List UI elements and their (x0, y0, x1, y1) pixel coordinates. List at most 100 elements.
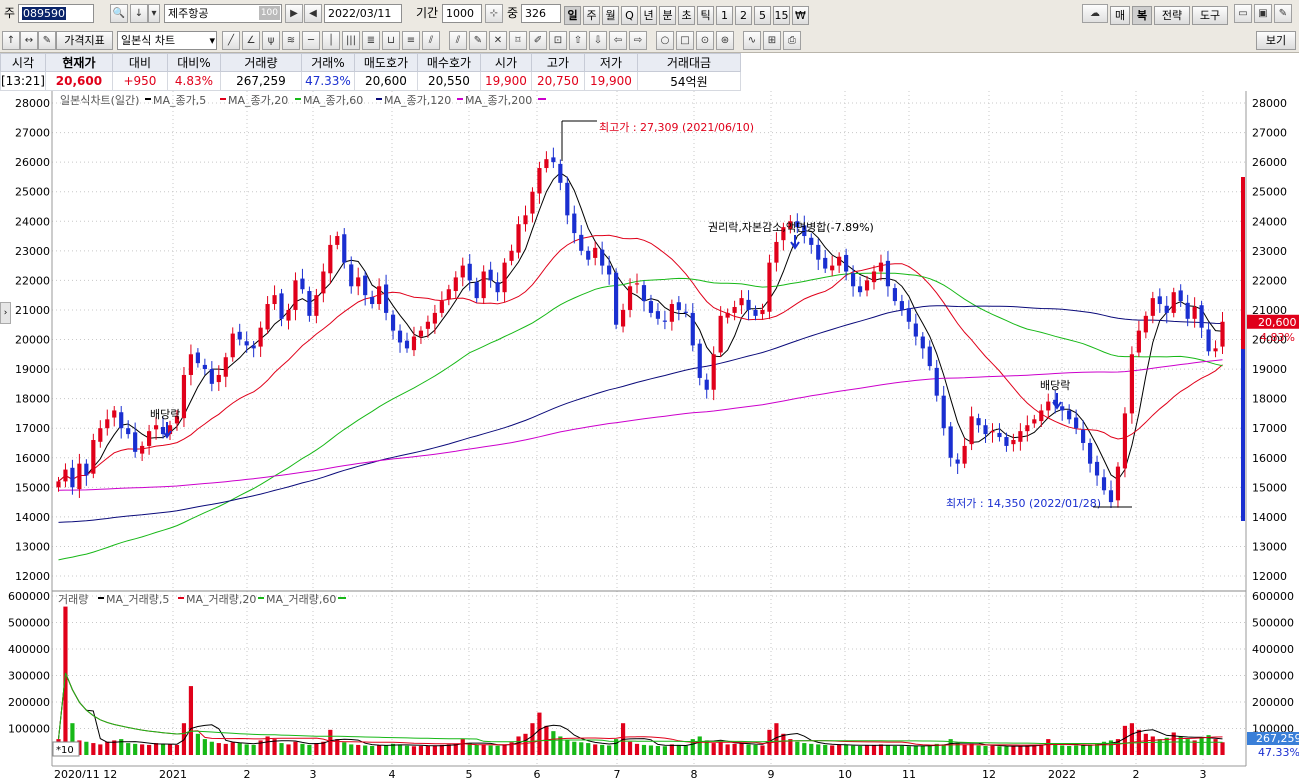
drawing-tool-icon[interactable]: ||| (342, 31, 360, 50)
timeframe-button[interactable]: 틱 (697, 6, 714, 25)
folder-icon[interactable]: ▭ (1234, 4, 1252, 23)
volume-bar (579, 742, 584, 755)
volume-legend-item: MA_거래량,5 (106, 593, 169, 606)
drawing-tool-icon[interactable]: ⊔ (382, 31, 400, 50)
timeframe-button[interactable]: 월 (602, 6, 619, 25)
timeframe-button[interactable]: 5 (754, 6, 771, 25)
price-tick-left: 21000 (15, 304, 50, 317)
stock-name-field[interactable]: 제주항공 100 (164, 4, 282, 23)
right-toolbar-button[interactable]: 도구 (1192, 6, 1228, 25)
price-legend-item: MA_종가,60 (303, 94, 363, 107)
candle-body (202, 364, 207, 370)
volume-bar (1150, 736, 1155, 755)
stock-code-input[interactable]: 089590 (18, 4, 94, 23)
view-button[interactable]: 보기 (1256, 31, 1296, 50)
candle-body (209, 369, 214, 384)
right-toolbar-button[interactable]: 전략 (1154, 6, 1190, 25)
drawing-tool-icon[interactable]: ⇦ (609, 31, 627, 50)
indicator-dropdown[interactable]: 가격지표 (56, 31, 113, 50)
drawing-tool-icon[interactable]: □ (676, 31, 694, 50)
count-input[interactable]: 326 (521, 4, 561, 23)
date-input[interactable]: 2022/03/11 (324, 4, 402, 23)
drawing-tool-icon[interactable]: ∠ (242, 31, 260, 50)
period-input[interactable]: 1000 (442, 4, 482, 23)
cloud-icon[interactable]: ☁ (1082, 4, 1108, 23)
timeframe-button[interactable]: 초 (678, 6, 695, 25)
volume-bar (906, 746, 911, 755)
candle-body (495, 282, 500, 293)
candle-body (934, 367, 939, 396)
price-tick-left: 17000 (15, 422, 50, 435)
volume-bar (307, 744, 312, 755)
drawing-tool-icon[interactable]: ⊞ (763, 31, 781, 50)
volume-bar (1157, 739, 1162, 755)
drawing-tool-icon[interactable]: ✕ (489, 31, 507, 50)
candle-body (63, 469, 68, 482)
drawing-tool-icon[interactable]: ⊙ (696, 31, 714, 50)
drawing-tool-icon[interactable]: ○ (656, 31, 674, 50)
volume-bar (314, 743, 319, 755)
volume-bar (105, 741, 110, 755)
chart-type-dropdown[interactable]: 일본식 차트 ▾ (117, 31, 217, 50)
timeframe-button[interactable]: 분 (659, 6, 676, 25)
right-toolbar-button[interactable]: 복 (1132, 6, 1152, 25)
drawing-tool-icon[interactable]: ⇧ (569, 31, 587, 50)
drawing-tool-icon[interactable]: ⊡ (549, 31, 567, 50)
price-tick-right: 25000 (1252, 186, 1287, 199)
next-arrow-icon[interactable]: ▶ (285, 4, 303, 23)
timeframe-button[interactable]: 주 (583, 6, 600, 25)
right-toolbar-button[interactable]: 매 (1110, 6, 1130, 25)
indicator-dropdown-label: 가격지표 (64, 34, 105, 47)
expand-icon[interactable]: ⊹ (485, 4, 503, 23)
wrench-icon[interactable]: ✎ (1274, 4, 1292, 23)
drawing-tool-icon[interactable]: ⊛ (716, 31, 734, 50)
drawing-tool-icon[interactable]: ≋ (282, 31, 300, 50)
drawing-tool-icon[interactable]: ⫽ (449, 31, 467, 50)
drawing-tool-icon[interactable]: ─ (302, 31, 320, 50)
drawing-tool-icon[interactable]: ╱ (222, 31, 240, 50)
timeframe-button[interactable]: Q (621, 6, 638, 25)
timeframe-button[interactable]: 15 (773, 6, 790, 25)
drawing-tool-icon[interactable]: ⌑ (509, 31, 527, 50)
drawing-tool-icon[interactable]: ∿ (743, 31, 761, 50)
quote-value: 20,750 (530, 71, 585, 91)
candle-body (1004, 437, 1009, 446)
drawing-tool-icon[interactable]: ✎ (469, 31, 487, 50)
drawing-tool-icon[interactable]: ✐ (529, 31, 547, 50)
chevron-down-icon[interactable]: ▾ (148, 4, 160, 23)
candle-body (1157, 296, 1162, 305)
timeframe-button[interactable]: ₩ (792, 6, 809, 25)
drawing-tool-icon[interactable]: ≣ (362, 31, 380, 50)
timeframe-button[interactable]: 1 (716, 6, 733, 25)
candle-body (1122, 413, 1128, 469)
search-icon[interactable]: 🔍 (110, 4, 128, 23)
quote-header: 저가 (583, 53, 638, 72)
quote-value: [13:21] (0, 71, 46, 91)
timeframe-button[interactable]: 년 (640, 6, 657, 25)
candle-body (481, 271, 486, 299)
drawing-tool-icon[interactable]: ψ (262, 31, 280, 50)
drawing-tool-icon[interactable]: ⇩ (589, 31, 607, 50)
pointer-icon[interactable]: ↑ (2, 31, 20, 50)
drawing-tool-icon[interactable]: ⎙ (783, 31, 801, 50)
timeframe-button[interactable]: 2 (735, 6, 752, 25)
x-tick-label: 4 (389, 768, 396, 778)
candle-body (1220, 321, 1225, 347)
edit-icon[interactable]: ✎ (38, 31, 56, 50)
volume-bar (286, 744, 291, 755)
prev-arrow-icon[interactable]: ◀ (304, 4, 322, 23)
drawing-tool-icon[interactable]: ⫽ (422, 31, 440, 50)
candle-body (962, 445, 967, 464)
candle-body (223, 357, 228, 377)
drawing-tool-icon[interactable]: │ (322, 31, 340, 50)
timeframe-button[interactable]: 일 (564, 6, 581, 25)
drawing-tool-icon[interactable]: ⇨ (629, 31, 647, 50)
drawing-tool-icon[interactable]: ≡ (402, 31, 420, 50)
candle-body (70, 467, 75, 488)
volume-tick-left: 200000 (8, 696, 50, 709)
sort-icon[interactable]: ↓ (130, 4, 148, 23)
volume-bar (1220, 742, 1225, 755)
candle-body (1081, 429, 1086, 443)
save-icon[interactable]: ▣ (1254, 4, 1272, 23)
horizontal-move-icon[interactable]: ↔ (20, 31, 38, 50)
